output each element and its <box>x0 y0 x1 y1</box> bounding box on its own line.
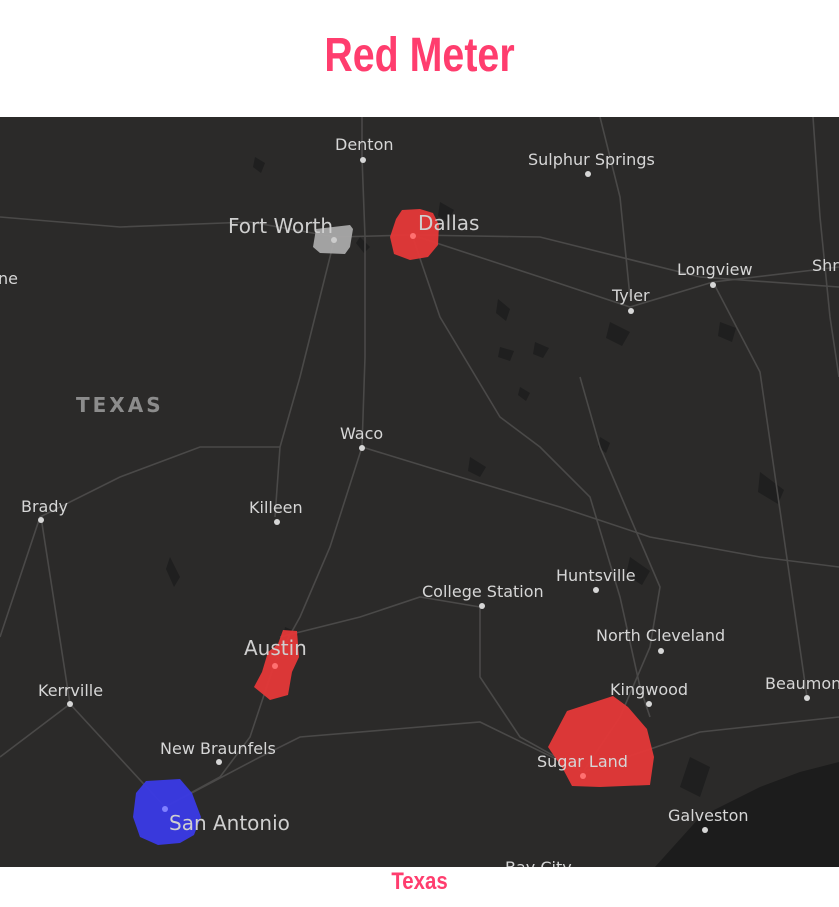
city-shreveport: Shr <box>812 256 839 275</box>
city-sulphur-springs: Sulphur Springs <box>528 150 655 169</box>
map-canvas[interactable]: TEXAS Denton Sulphur Springs Fort Worth … <box>0 117 839 867</box>
city-markers <box>38 157 810 833</box>
lakes <box>166 157 784 797</box>
city-waco: Waco <box>340 424 383 443</box>
city-san-antonio: San Antonio <box>169 811 290 835</box>
city-dallas: Dallas <box>418 211 479 235</box>
city-college-station: College Station <box>422 582 544 601</box>
city-tyler: Tyler <box>611 286 650 305</box>
city-longview: Longview <box>677 260 753 279</box>
city-abilene: ne <box>0 269 18 288</box>
map-view[interactable]: TEXAS Denton Sulphur Springs Fort Worth … <box>0 117 839 867</box>
city-new-braunfels: New Braunfels <box>160 739 276 758</box>
city-beaumont: Beaumon <box>765 674 839 693</box>
city-huntsville: Huntsville <box>556 566 636 585</box>
city-north-cleveland: North Cleveland <box>596 626 725 645</box>
city-brady: Brady <box>21 497 68 516</box>
city-sugar-land: Sugar Land <box>537 752 628 771</box>
map-caption: Texas <box>391 868 448 895</box>
city-killeen: Killeen <box>249 498 303 517</box>
city-denton: Denton <box>335 135 394 154</box>
region-houston[interactable] <box>548 696 654 787</box>
city-galveston: Galveston <box>668 806 749 825</box>
city-fort-worth: Fort Worth <box>228 214 333 238</box>
city-austin: Austin <box>244 636 307 660</box>
city-bay-city: Bay City <box>505 858 572 867</box>
city-kerrville: Kerrville <box>38 681 103 700</box>
state-label: TEXAS <box>76 393 164 417</box>
page-title: Red Meter <box>324 29 515 82</box>
city-kingwood: Kingwood <box>610 680 688 699</box>
